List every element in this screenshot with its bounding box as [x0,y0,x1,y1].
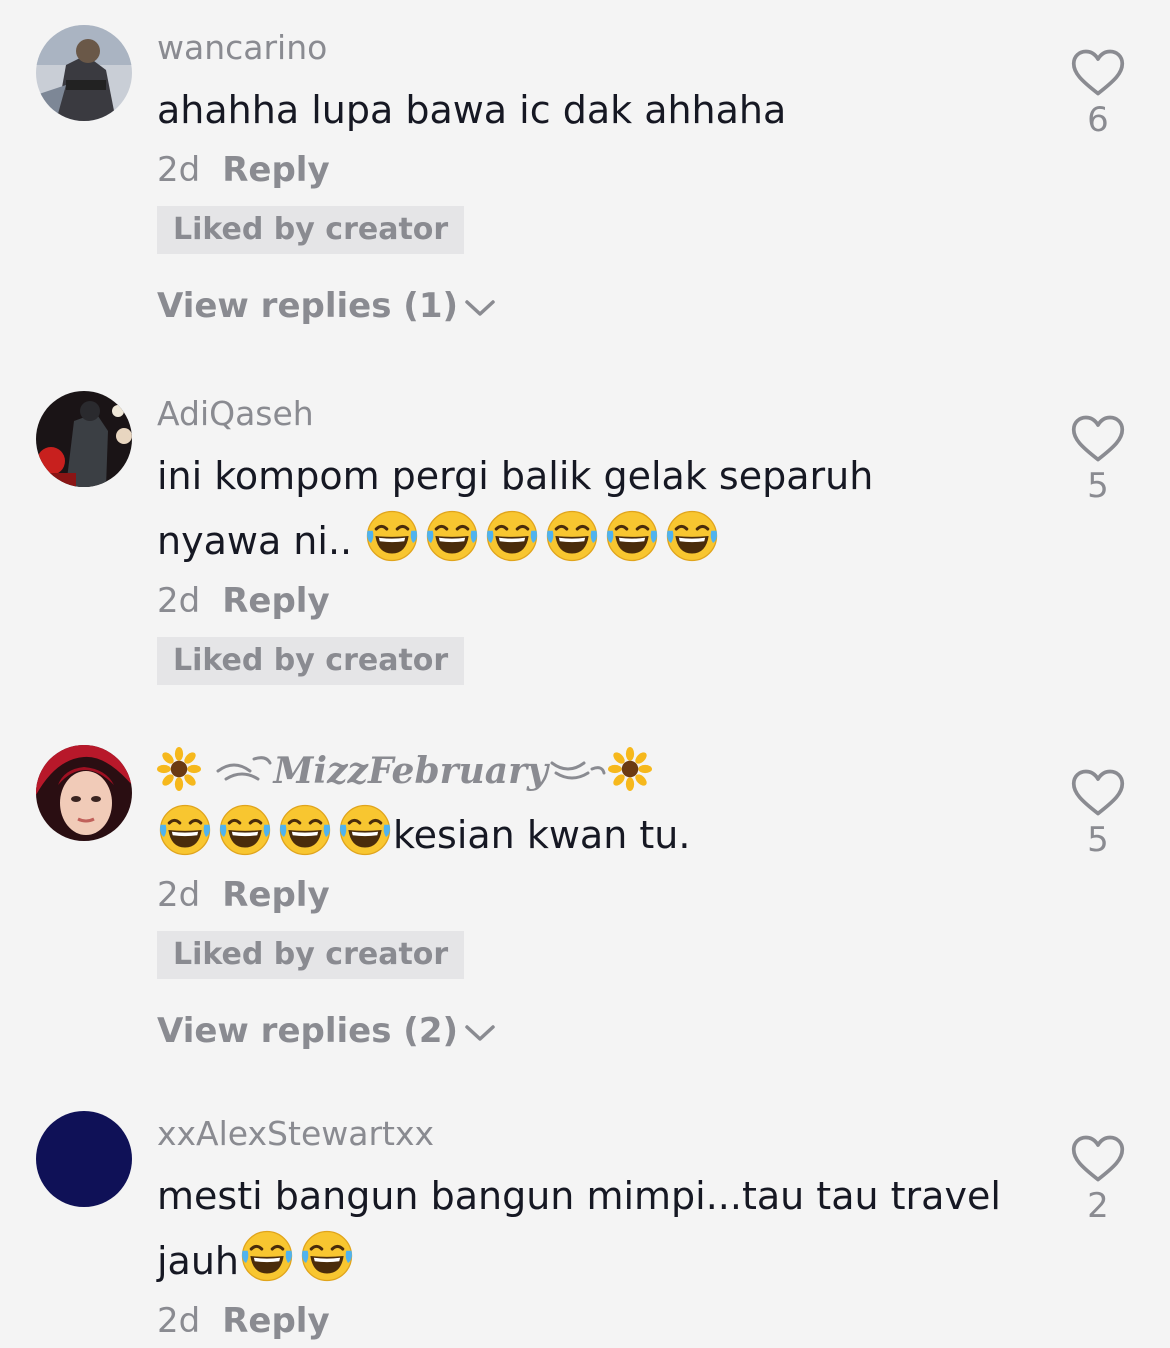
comment-timestamp: 2d [157,875,201,915]
comment-text: ahahha lupa bawa ic dak ahhaha [157,88,787,132]
sunflower-emoji [157,747,201,791]
like-control[interactable]: 5 [1068,768,1128,860]
laughing-emoji [157,802,213,858]
comment-username[interactable]: xxAlexStewartxx [157,1114,1017,1154]
laughing-emoji [604,508,660,564]
comment-timestamp: 2d [157,150,201,190]
avatar[interactable] [36,745,132,841]
comment-text-line: nyawa ni.. [157,519,353,563]
laughing-emoji [364,508,420,564]
laughing-emoji [544,508,600,564]
comment-meta: 2d Reply [157,873,1017,917]
liked-by-creator-badge: Liked by creator [157,206,465,254]
liked-by-creator-badge: Liked by creator [157,637,465,685]
heart-outline-icon[interactable] [1070,768,1126,818]
liked-by-creator-badge: Liked by creator [157,931,465,979]
like-count: 6 [1087,100,1109,140]
comment-username[interactable]: AdiQaseh [157,394,1017,434]
comment-text: kesian kwan tu. [393,813,691,857]
like-count: 5 [1087,466,1109,506]
comment-text-line: mesti bangun bangun mimpi...tau tau trav… [157,1174,1001,1218]
comment-username[interactable]: 🌻 MizzFebruary🌻 [157,744,1017,798]
wind-swirl-icon [550,761,606,780]
like-count: 5 [1087,820,1109,860]
comment-text: ini kompom pergi balik gelak separuh nya… [157,444,1017,573]
comment-text-line-with-emoji: nyawa ni.. [157,508,1017,573]
username-text: MizzFebruary [273,750,548,792]
laughing-emoji [337,802,393,858]
reply-button[interactable]: Reply [222,581,329,621]
like-count: 2 [1087,1186,1109,1226]
like-control[interactable]: 6 [1068,48,1128,140]
comment-text-with-emoji: kesian kwan tu. [157,802,1017,867]
avatar[interactable] [36,391,132,487]
comment-timestamp: 2d [157,1301,201,1341]
comment-text: mesti bangun bangun mimpi...tau tau trav… [157,1164,1017,1293]
comment-meta: 2d Reply [157,579,1017,623]
comment-text-line: ini kompom pergi balik gelak separuh [157,454,874,498]
chevron-down-icon [465,1024,495,1041]
like-control[interactable]: 5 [1068,414,1128,506]
reply-button[interactable]: Reply [222,875,329,915]
heart-outline-icon[interactable] [1070,414,1126,464]
heart-outline-icon[interactable] [1070,1134,1126,1184]
laughing-emoji [484,508,540,564]
view-replies-label: View replies (2) [157,1011,459,1051]
view-replies-label: View replies (1) [157,286,459,326]
like-control[interactable]: 2 [1068,1134,1128,1226]
comment-timestamp: 2d [157,581,201,621]
view-replies-button[interactable]: View replies (2) [157,1009,1017,1053]
comment-username[interactable]: wancarino [157,28,1017,68]
heart-outline-icon[interactable] [1070,48,1126,98]
laughing-emoji [664,508,720,564]
comment-meta: 2d Reply [157,1299,1017,1343]
laughing-emoji [424,508,480,564]
wind-swirl-icon [216,756,272,781]
comment-text-line-with-emoji: jauh [157,1228,1017,1293]
comment-text-line: jauh [157,1239,240,1283]
laughing-emoji [239,1228,295,1284]
view-replies-button[interactable]: View replies (1) [157,284,1017,328]
reply-button[interactable]: Reply [222,1301,329,1341]
reply-button[interactable]: Reply [222,150,329,190]
laughing-emoji [217,802,273,858]
sunflower-emoji [608,747,652,791]
comment-meta: 2d Reply [157,148,1017,192]
laughing-emoji [277,802,333,858]
laughing-emoji [299,1228,355,1284]
avatar[interactable] [36,1111,132,1207]
chevron-down-icon [465,299,495,316]
avatar[interactable] [36,25,132,121]
